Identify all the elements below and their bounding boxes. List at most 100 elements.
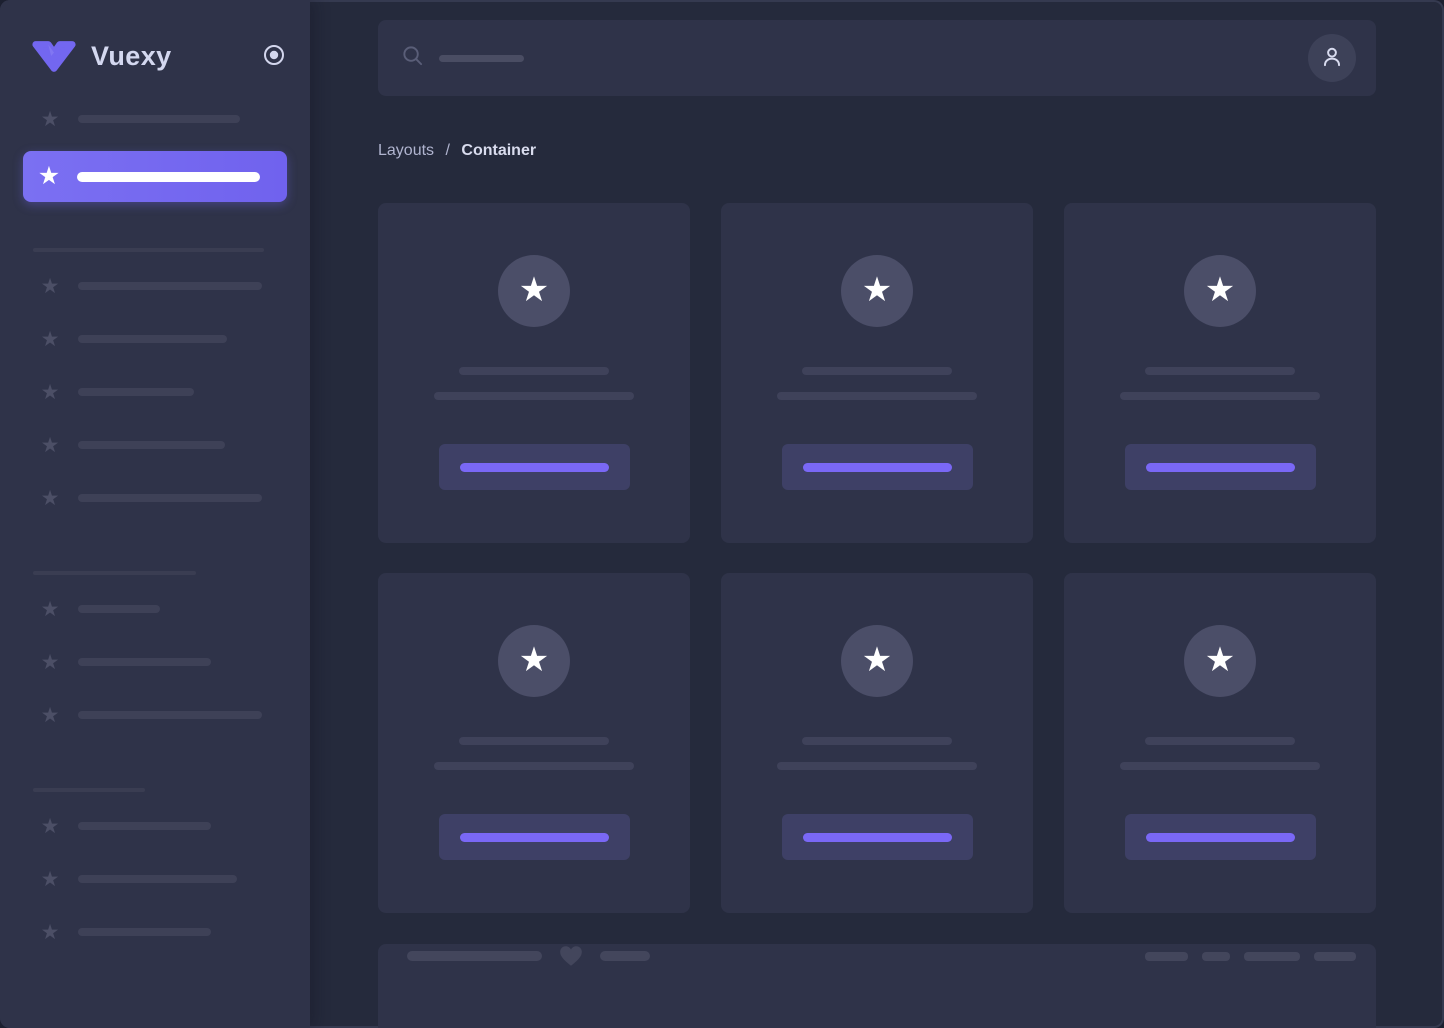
sidebar-item-label-skeleton — [78, 441, 225, 449]
card-text-skeleton — [1120, 392, 1320, 400]
breadcrumb-separator: / — [445, 142, 450, 159]
breadcrumb: Layouts / Container — [378, 142, 1376, 160]
sidebar-header: Vuexy — [0, 0, 310, 74]
sidebar-item-label-skeleton — [78, 494, 262, 502]
sidebar-item[interactable]: ★ — [23, 318, 287, 360]
sidebar-nav: ★ ★ ★ ★ ★ ★ ★ ★ ★ ★ ★ ★ ★ — [0, 74, 310, 953]
footer-link-skeleton — [1314, 951, 1356, 961]
search-input[interactable] — [401, 44, 524, 72]
footer-card — [378, 944, 1376, 1028]
card-action-button[interactable] — [438, 814, 630, 860]
star-icon: ★ — [40, 486, 60, 510]
sidebar-item-label-skeleton — [78, 711, 262, 719]
star-icon: ★ — [40, 380, 60, 404]
card-text-skeleton — [434, 762, 634, 770]
card-avatar: ★ — [841, 255, 913, 327]
sidebar-section-label-skeleton — [33, 788, 145, 792]
star-icon: ★ — [40, 107, 60, 131]
card-text-skeleton — [777, 762, 977, 770]
sidebar-item[interactable]: ★ — [23, 858, 287, 900]
star-icon: ★ — [40, 650, 60, 674]
sidebar: Vuexy ★ ★ ★ ★ ★ ★ ★ ★ ★ ★ ★ ★ ★ — [0, 0, 310, 1028]
sidebar-item[interactable]: ★ — [23, 265, 287, 307]
star-icon: ★ — [1204, 270, 1236, 309]
user-avatar-button[interactable] — [1308, 34, 1356, 82]
breadcrumb-current: Container — [461, 142, 537, 159]
star-icon: ★ — [518, 640, 550, 679]
card-button-label-skeleton — [459, 462, 609, 472]
card-action-button[interactable] — [781, 814, 973, 860]
search-icon — [401, 44, 424, 72]
sidebar-item-label-skeleton — [78, 335, 227, 343]
sidebar-item-label-skeleton — [78, 605, 160, 613]
card-text-skeleton — [434, 392, 634, 400]
vuexy-logo-icon — [30, 38, 78, 74]
sidebar-item[interactable]: ★ — [23, 424, 287, 466]
card-avatar: ★ — [498, 255, 570, 327]
appbar — [378, 20, 1376, 96]
sidebar-item-label-skeleton — [78, 115, 240, 123]
card-avatar: ★ — [841, 625, 913, 697]
sidebar-item[interactable]: ★ — [23, 588, 287, 630]
brand-title: Vuexy — [91, 40, 172, 71]
card-avatar: ★ — [1184, 255, 1256, 327]
card-avatar: ★ — [1184, 625, 1256, 697]
heart-icon[interactable] — [558, 944, 584, 968]
star-icon: ★ — [518, 270, 550, 309]
star-icon: ★ — [37, 162, 61, 190]
card-text-skeleton — [1120, 762, 1320, 770]
user-icon — [1319, 44, 1345, 73]
footer-row — [407, 944, 1356, 968]
card-action-button[interactable] — [781, 444, 973, 490]
sidebar-item-label-skeleton — [78, 658, 211, 666]
card-avatar: ★ — [498, 625, 570, 697]
content-card: ★ — [1064, 203, 1376, 543]
card-action-button[interactable] — [1124, 444, 1316, 490]
content-card: ★ — [721, 203, 1033, 543]
card-text-skeleton — [1145, 367, 1295, 375]
content-card: ★ — [378, 573, 690, 913]
sidebar-item[interactable]: ★ — [23, 371, 287, 413]
sidebar-item[interactable]: ★ — [23, 694, 287, 736]
footer-text-skeleton — [407, 951, 542, 961]
main-area: Layouts / Container ★ ★ ★ ★ ★ ★ — [310, 20, 1444, 1028]
star-icon: ★ — [1204, 640, 1236, 679]
card-text-skeleton — [1145, 737, 1295, 745]
card-button-label-skeleton — [802, 832, 952, 842]
star-icon: ★ — [40, 814, 60, 838]
sidebar-item[interactable]: ★ — [23, 98, 287, 140]
sidebar-item[interactable]: ★ — [23, 911, 287, 953]
sidebar-item[interactable]: ★ — [23, 805, 287, 847]
star-icon: ★ — [40, 867, 60, 891]
card-text-skeleton — [459, 737, 609, 745]
sidebar-section-label-skeleton — [33, 248, 264, 252]
star-icon: ★ — [40, 920, 60, 944]
star-icon: ★ — [40, 597, 60, 621]
sidebar-item[interactable]: ★ — [23, 477, 287, 519]
sidebar-section-label-skeleton — [33, 571, 196, 575]
footer-link-skeleton — [1244, 951, 1300, 961]
card-action-button[interactable] — [438, 444, 630, 490]
sidebar-item-label-skeleton — [78, 875, 237, 883]
content-card: ★ — [378, 203, 690, 543]
card-text-skeleton — [802, 737, 952, 745]
sidebar-item-active[interactable]: ★ — [23, 151, 287, 202]
footer-link-skeleton — [1145, 951, 1188, 961]
star-icon: ★ — [861, 640, 893, 679]
sidebar-pin-toggle[interactable] — [262, 43, 286, 70]
card-action-button[interactable] — [1124, 814, 1316, 860]
sidebar-item[interactable]: ★ — [23, 641, 287, 683]
app-window: Vuexy ★ ★ ★ ★ ★ ★ ★ ★ ★ ★ ★ ★ ★ Layouts … — [0, 0, 1444, 1028]
breadcrumb-parent[interactable]: Layouts — [378, 142, 434, 159]
footer-link-skeleton — [1202, 951, 1230, 961]
card-button-label-skeleton — [1145, 832, 1295, 842]
radio-dot-icon — [262, 43, 286, 70]
card-text-skeleton — [777, 392, 977, 400]
star-icon: ★ — [40, 433, 60, 457]
star-icon: ★ — [40, 703, 60, 727]
cards-grid: ★ ★ ★ ★ ★ ★ — [378, 203, 1376, 913]
card-button-label-skeleton — [802, 462, 952, 472]
star-icon: ★ — [40, 327, 60, 351]
search-placeholder-skeleton — [439, 54, 524, 62]
card-button-label-skeleton — [459, 832, 609, 842]
